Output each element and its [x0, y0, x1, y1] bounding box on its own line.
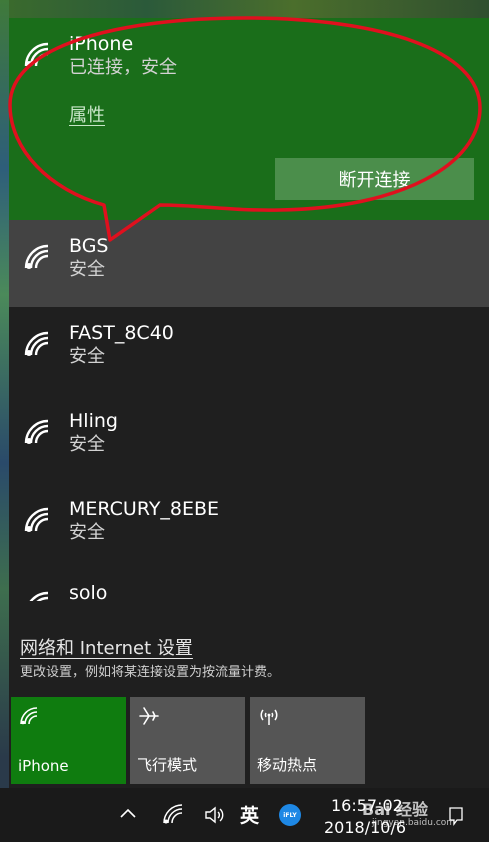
tile-label: 飞行模式	[137, 756, 198, 774]
wifi-icon	[24, 419, 49, 444]
wifi-icon	[24, 42, 49, 67]
network-name: solo	[69, 582, 108, 601]
network-item[interactable]: solo 安全	[9, 571, 489, 601]
network-item-connected[interactable]: iPhone 已连接，安全 属性 断开连接	[9, 18, 489, 220]
disconnect-button[interactable]: 断开连接	[275, 158, 474, 200]
volume-icon[interactable]	[203, 804, 225, 826]
watermark-logo: Bai 经验	[362, 800, 429, 819]
network-item[interactable]: MERCURY_8EBE 安全	[9, 483, 489, 571]
tile-label: iPhone	[18, 757, 69, 775]
wifi-icon	[24, 331, 49, 356]
network-name: FAST_8C40	[69, 322, 174, 344]
hotspot-icon	[260, 709, 278, 725]
network-status: 已连接，安全	[69, 57, 177, 78]
ime-indicator[interactable]: 英	[240, 801, 259, 828]
quick-action-wifi[interactable]: iPhone	[11, 697, 126, 784]
chevron-up-icon[interactable]	[118, 804, 138, 824]
flyout-footer: 网络和 Internet 设置 更改设置，例如将某连接设置为按流量计费。 iPh…	[9, 623, 489, 788]
network-item[interactable]: BGS 安全	[9, 220, 489, 307]
wifi-icon	[20, 707, 38, 725]
network-item[interactable]: FAST_8C40 安全	[9, 307, 489, 395]
network-status: 安全	[69, 434, 105, 455]
quick-action-airplane[interactable]: 飞行模式	[130, 697, 245, 784]
network-status: 安全	[69, 522, 105, 543]
network-name: iPhone	[69, 33, 134, 55]
properties-link[interactable]: 属性	[69, 101, 105, 127]
settings-description: 更改设置，例如将某连接设置为按流量计费。	[20, 665, 281, 680]
network-status: 安全	[69, 259, 105, 280]
wifi-icon	[29, 591, 49, 601]
network-name: BGS	[69, 235, 109, 257]
network-item[interactable]: Hling 安全	[9, 395, 489, 483]
wifi-icon	[24, 507, 49, 532]
quick-action-hotspot[interactable]: 移动热点	[250, 697, 365, 784]
network-name: Hling	[69, 410, 118, 432]
wifi-icon	[24, 244, 49, 269]
watermark-url: jingyan.baidu.com	[372, 818, 456, 828]
network-flyout: iPhone 已连接，安全 属性 断开连接 BGS 安全 FAST_8C40 安…	[9, 18, 489, 788]
network-name: MERCURY_8EBE	[69, 498, 220, 520]
network-status: 安全	[69, 346, 105, 367]
wifi-icon[interactable]	[162, 802, 186, 826]
network-settings-link[interactable]: 网络和 Internet 设置	[20, 634, 193, 660]
desktop-background	[0, 0, 489, 18]
airplane-icon	[139, 707, 159, 725]
ifly-icon[interactable]: iFLY	[279, 804, 301, 826]
desktop-edge	[0, 0, 9, 842]
tile-label: 移动热点	[257, 756, 318, 774]
